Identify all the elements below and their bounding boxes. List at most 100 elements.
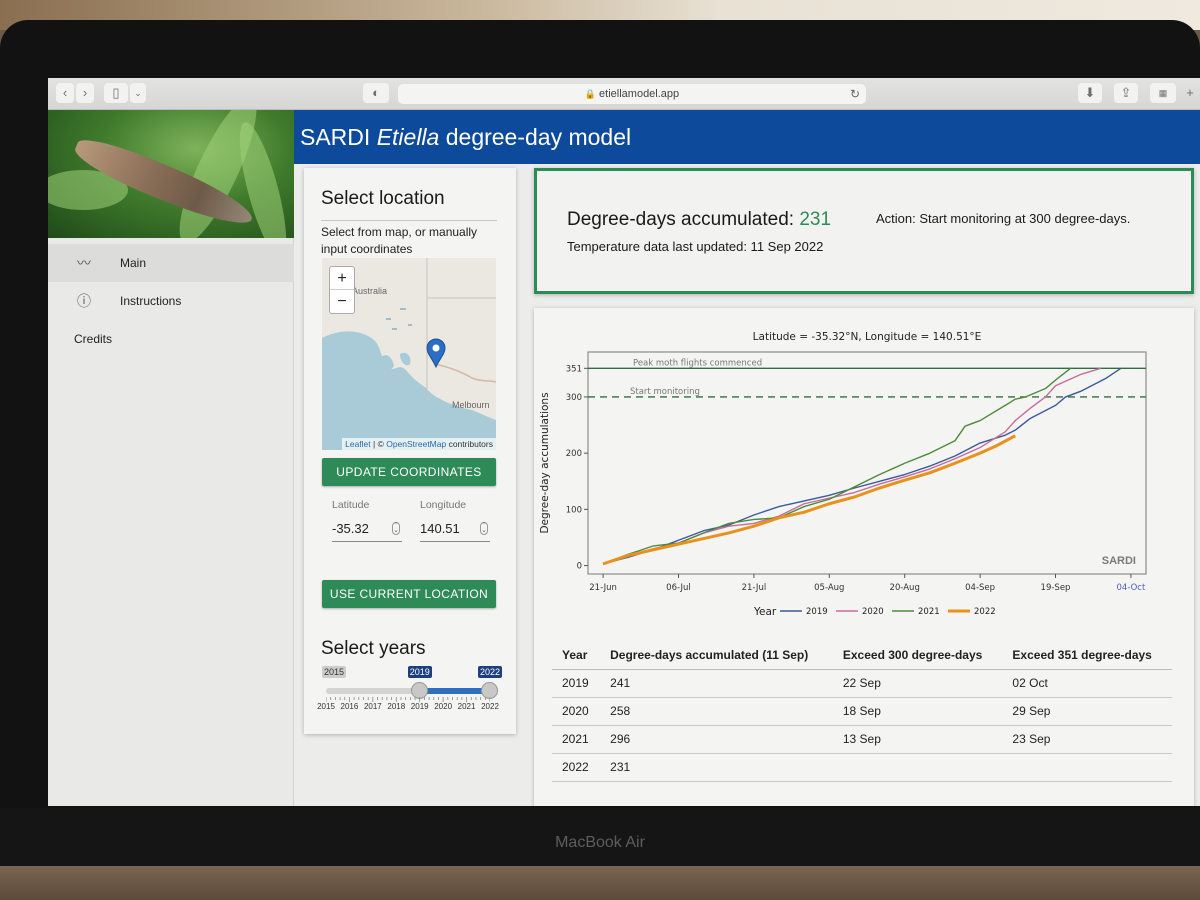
page-title: SARDI Etiella degree-day model [294, 110, 1200, 164]
leaflet-link[interactable]: Leaflet [345, 439, 371, 449]
longitude-label: Longitude [420, 499, 467, 511]
update-coordinates-button[interactable]: UPDATE COORDINATES [322, 458, 496, 486]
latitude-input[interactable]: -35.32 ⌃ ⌄ [332, 516, 402, 542]
laptop-base [0, 866, 1200, 900]
share-button[interactable]: ⇪ [1114, 83, 1138, 103]
legend-label: 2022 [974, 607, 996, 617]
sidebar-menu-button[interactable]: ⌄ [130, 83, 146, 103]
slider-tick-label: 2016 [340, 702, 359, 711]
reference-line-label: Start monitoring [630, 387, 700, 397]
sidebar-item-main[interactable]: 〰 Main [48, 244, 294, 282]
device-label: MacBook Air [555, 834, 645, 851]
table-header-row: Year Degree-days accumulated (11 Sep) Exce… [552, 642, 1172, 670]
location-heading: Select location [321, 188, 445, 209]
table-cell: 22 Sep [832, 669, 1003, 698]
stepper-icon[interactable]: ⌃ ⌄ [392, 522, 400, 535]
table-cell: 258 [600, 697, 833, 726]
stepper-icon[interactable]: ⌃ ⌄ [480, 522, 488, 535]
tab-overview-button[interactable]: ▦ [1150, 83, 1176, 103]
column-header: Year [552, 642, 601, 670]
latitude-label: Latitude [332, 499, 370, 511]
slider-min-label: 2015 [322, 666, 347, 678]
table-cell: 231 [600, 753, 833, 782]
back-button[interactable]: ‹ [56, 83, 74, 103]
chevron-left-icon: ‹ [62, 85, 68, 100]
use-current-location-button[interactable]: USE CURRENT LOCATION [322, 580, 496, 608]
location-map[interactable]: Australia Melbourn + − Leaflet | © OpenS… [322, 258, 496, 450]
new-tab-button[interactable]: + [1182, 83, 1198, 103]
map-marker-icon[interactable] [426, 338, 446, 368]
y-tick-label: 100 [566, 505, 582, 515]
column-header: Exceed 300 degree-days [832, 642, 1003, 670]
chart-panel: Latitude = -35.32°N, Longitude = 140.51°… [534, 308, 1194, 806]
reload-icon[interactable]: ↻ [850, 84, 860, 104]
results-table: Year Degree-days accumulated (11 Sep) Exce… [552, 642, 1172, 782]
y-tick-label: 200 [566, 449, 582, 459]
reference-line-label: Peak moth flights commenced [633, 358, 762, 368]
series-line-2019 [602, 367, 1122, 565]
map-label-city: Melbourn [452, 400, 490, 410]
map-zoom-control: + − [329, 266, 355, 314]
slider-tick-label: 2018 [387, 702, 406, 711]
table-cell: 2021 [552, 725, 601, 754]
legend-label: 2019 [806, 607, 828, 617]
plus-icon: + [1186, 85, 1194, 100]
x-tick-label: 04-Sep [965, 583, 995, 593]
chevron-right-icon: › [82, 85, 88, 100]
years-heading: Select years [321, 638, 426, 659]
title-italic: Etiella [376, 124, 440, 150]
download-icon: ⬇ [1084, 85, 1096, 100]
grid-icon: ▦ [1158, 88, 1168, 98]
sidebar-toggle-button[interactable]: ▯ [104, 83, 128, 103]
slider-tick-label: 2021 [457, 702, 476, 711]
screen: ‹ › ▯ ⌄ ◐ 🔒 etiellamodel.app ↻ ⬇ ⇪ ▦ + 〰 … [48, 78, 1200, 806]
y-tick-label: 351 [566, 364, 582, 374]
plot-area [587, 351, 1147, 575]
table-cell [832, 753, 1003, 782]
title-prefix: SARDI [300, 124, 377, 150]
privacy-report-button[interactable]: ◐ [363, 83, 389, 103]
forward-button[interactable]: › [76, 83, 94, 103]
table-cell: 29 Sep [1002, 697, 1172, 726]
table-cell: 23 Sep [1002, 725, 1172, 754]
divider [321, 220, 497, 221]
slider-tick-label: 2019 [410, 702, 429, 711]
title-suffix: degree-day model [439, 124, 632, 150]
trend-line-icon: 〰 [77, 255, 91, 271]
sidebar-item-credits[interactable]: Credits [48, 320, 294, 358]
year-range-slider[interactable]: 2015 2019 2022 2015 2016 2017 2018 2019 2020 2… [317, 664, 503, 714]
sidebar-icon: ▯ [112, 85, 120, 100]
longitude-input[interactable]: 140.51 ⌃ ⌄ [420, 516, 490, 542]
slider-tick-label: 2015 [317, 702, 335, 711]
degree-days-accumulated: Degree-days accumulated: 231 [567, 209, 831, 231]
sardi-watermark: SARDI [1102, 555, 1136, 567]
table-row: 2019 241 22 Sep 02 Oct [552, 669, 1172, 698]
location-panel: Select location Select from map, or manu… [304, 168, 516, 734]
address-bar[interactable]: 🔒 etiellamodel.app ↻ [398, 84, 866, 104]
table-cell: 241 [600, 669, 833, 698]
slider-from-label: 2019 [407, 666, 432, 678]
legend-label: 2021 [918, 607, 940, 617]
y-tick-label: 300 [566, 393, 582, 403]
downloads-button[interactable]: ⬇ [1078, 83, 1102, 103]
osm-link[interactable]: OpenStreetMap [386, 439, 446, 449]
longitude-value: 140.51 [420, 521, 460, 536]
sidebar-item-label: Main [120, 256, 147, 270]
lock-icon: 🔒 [584, 89, 597, 99]
table-cell: 296 [600, 725, 833, 754]
zoom-in-button[interactable]: + [330, 267, 354, 290]
y-axis-label: Degree-day accumulations [539, 392, 551, 533]
moth-photo [48, 110, 294, 238]
x-tick-label: 19-Sep [1041, 583, 1071, 593]
sidebar-item-label: Credits [74, 332, 113, 346]
x-tick-label: 06-Jul [666, 583, 691, 593]
slider-tick-label: 2017 [363, 702, 382, 711]
last-updated-text: Temperature data last updated: 11 Sep 20… [567, 239, 824, 254]
table-cell [1002, 753, 1172, 782]
zoom-out-button[interactable]: − [330, 290, 354, 313]
table-row: 2021 296 13 Sep 23 Sep [552, 725, 1172, 754]
x-tick-label: 05-Aug [814, 583, 844, 593]
sidebar-item-instructions[interactable]: ⓘ Instructions [48, 282, 294, 320]
slider-tick-label: 2022 [481, 702, 499, 711]
accumulated-value: 231 [799, 209, 832, 230]
